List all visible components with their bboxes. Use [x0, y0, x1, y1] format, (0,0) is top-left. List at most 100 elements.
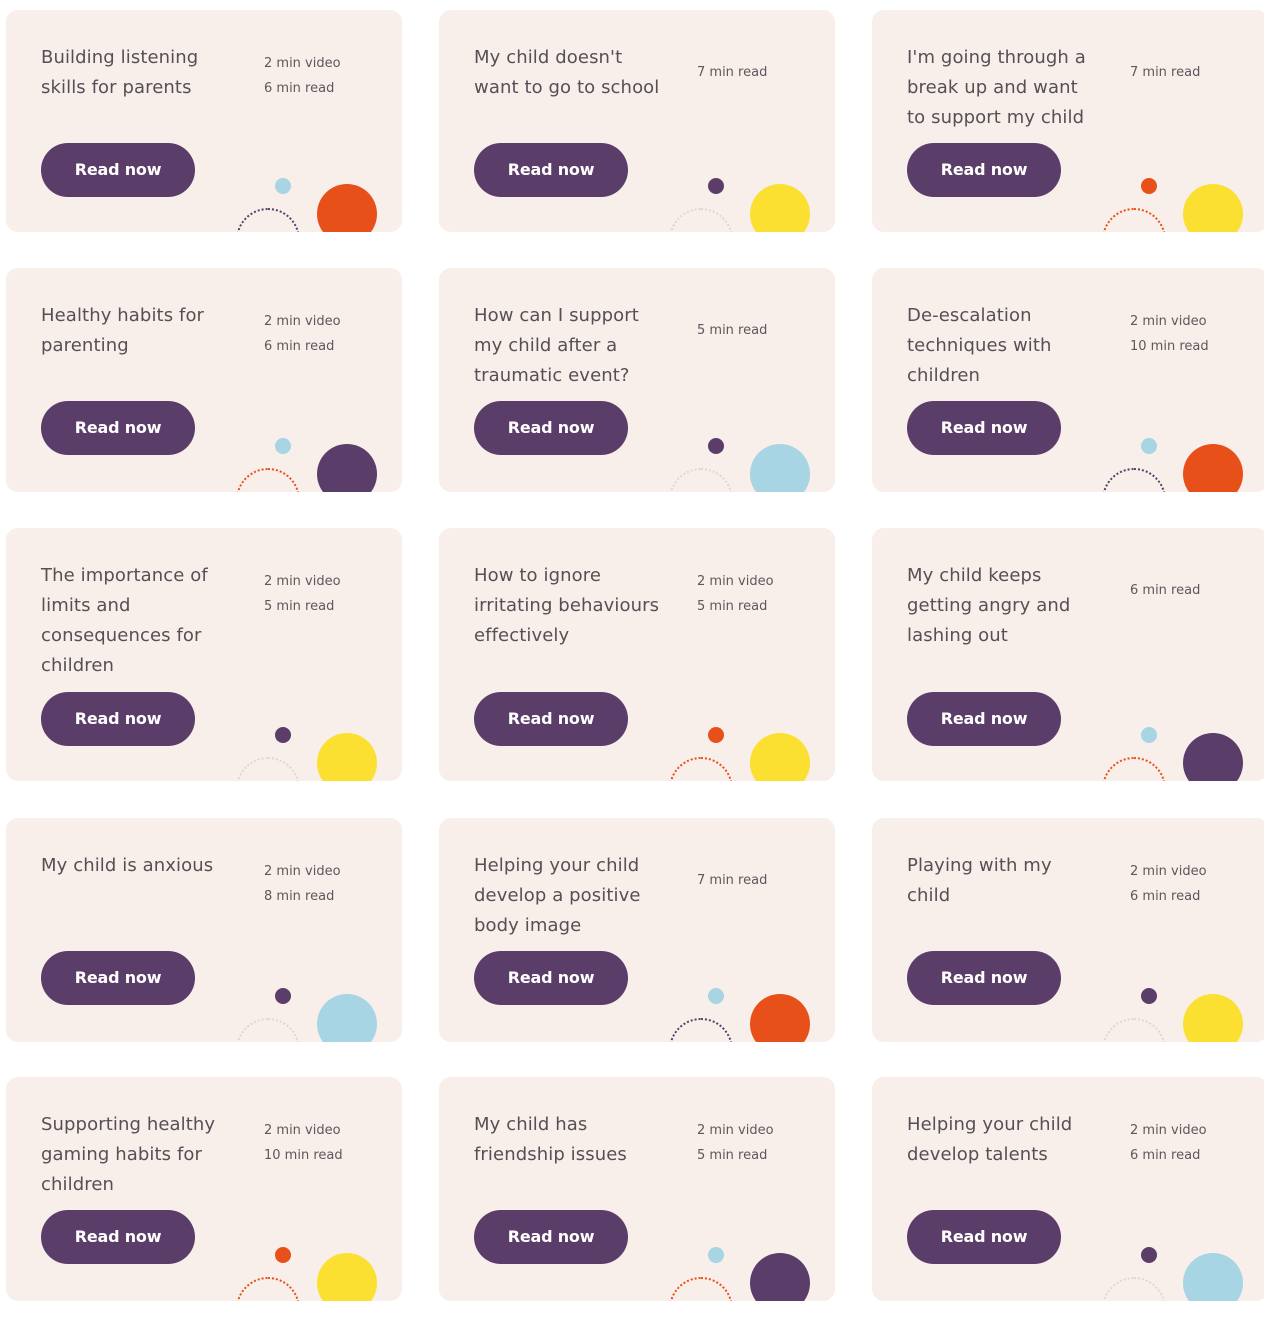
- card-duration: 6 min read: [1130, 1148, 1201, 1163]
- circle-decoration: [317, 184, 377, 232]
- circle-decoration: [1183, 994, 1243, 1042]
- circle-decoration: [1183, 444, 1243, 492]
- card-duration: 2 min video: [264, 1123, 341, 1138]
- read-now-button[interactable]: Read now: [474, 692, 628, 746]
- resource-card: Helping your child develop talents 2 min …: [872, 1077, 1264, 1301]
- card-duration: 7 min read: [697, 873, 768, 888]
- read-now-button[interactable]: Read now: [474, 1210, 628, 1264]
- read-now-button[interactable]: Read now: [474, 143, 628, 197]
- card-meta: 2 min video 6 min read: [1130, 1118, 1207, 1168]
- card-duration: 7 min read: [1130, 65, 1201, 80]
- read-now-button[interactable]: Read now: [474, 401, 628, 455]
- small-dot-decoration: [708, 727, 724, 743]
- dotted-arc-decoration: [1102, 468, 1166, 492]
- small-dot-decoration: [275, 178, 291, 194]
- circle-decoration: [317, 733, 377, 781]
- resource-card: Playing with my child 2 min video 6 min re…: [872, 818, 1264, 1042]
- dotted-arc-decoration: [669, 1277, 733, 1301]
- card-title: Building listening skills for parents: [41, 47, 199, 98]
- read-now-button[interactable]: Read now: [907, 401, 1061, 455]
- small-dot-decoration: [275, 1247, 291, 1263]
- resource-card: I'm going through a break up and want to…: [872, 10, 1264, 232]
- dotted-arc-decoration: [669, 208, 733, 232]
- card-duration: 6 min read: [264, 339, 335, 354]
- circle-decoration: [317, 444, 377, 492]
- card-title: My child has friendship issues: [474, 1114, 627, 1165]
- circle-decoration: [750, 1253, 810, 1301]
- card-duration: 2 min video: [697, 1123, 774, 1138]
- card-duration: 5 min read: [697, 323, 768, 338]
- card-duration: 2 min video: [264, 864, 341, 879]
- read-now-button[interactable]: Read now: [907, 1210, 1061, 1264]
- read-now-button[interactable]: Read now: [907, 692, 1061, 746]
- read-now-button[interactable]: Read now: [41, 1210, 195, 1264]
- dotted-arc-decoration: [236, 1277, 300, 1301]
- small-dot-decoration: [1141, 1247, 1157, 1263]
- card-title: My child keeps getting angry and lashing…: [907, 565, 1071, 646]
- dotted-arc-decoration: [669, 757, 733, 781]
- dotted-arc-decoration: [669, 1018, 733, 1042]
- card-duration: 6 min read: [264, 81, 335, 96]
- circle-decoration: [1183, 733, 1243, 781]
- card-duration: 2 min video: [697, 574, 774, 589]
- card-title: How can I support my child after a traum…: [474, 305, 639, 386]
- card-duration: 2 min video: [1130, 1123, 1207, 1138]
- circle-decoration: [750, 444, 810, 492]
- card-meta: 2 min video 5 min read: [697, 569, 774, 619]
- circle-decoration: [317, 1253, 377, 1301]
- read-now-button[interactable]: Read now: [907, 143, 1061, 197]
- card-title: Healthy habits for parenting: [41, 305, 205, 356]
- dotted-arc-decoration: [1102, 1277, 1166, 1301]
- card-meta: 2 min video 6 min read: [1130, 859, 1207, 909]
- card-title: How to ignore irritating behaviours effe…: [474, 565, 660, 646]
- resource-card: De-escalation techniques with children 2 …: [872, 268, 1264, 492]
- card-duration: 10 min read: [1130, 339, 1209, 354]
- card-title: My child doesn't want to go to school: [474, 47, 660, 98]
- card-meta: 2 min video 10 min read: [1130, 309, 1209, 359]
- circle-decoration: [750, 733, 810, 781]
- circle-decoration: [750, 184, 810, 232]
- resource-card: Building listening skills for parents 2 m…: [6, 10, 402, 232]
- read-now-button[interactable]: Read now: [41, 692, 195, 746]
- resource-card: How to ignore irritating behaviours effe…: [439, 528, 835, 781]
- read-now-button[interactable]: Read now: [907, 951, 1061, 1005]
- dotted-arc-decoration: [236, 1018, 300, 1042]
- card-meta: 2 min video 5 min read: [264, 569, 341, 619]
- card-meta: 7 min read: [697, 868, 767, 893]
- dotted-arc-decoration: [236, 468, 300, 492]
- dotted-arc-decoration: [236, 208, 300, 232]
- resource-card: The importance of limits and consequence…: [6, 528, 402, 781]
- card-title: Supporting healthy gaming habits for chi…: [41, 1114, 216, 1195]
- card-title: De-escalation techniques with children: [907, 305, 1052, 386]
- card-meta: 7 min read: [697, 60, 767, 85]
- card-title: Helping your child develop talents: [907, 1114, 1073, 1165]
- small-dot-decoration: [1141, 178, 1157, 194]
- read-now-button[interactable]: Read now: [41, 143, 195, 197]
- small-dot-decoration: [1141, 727, 1157, 743]
- small-dot-decoration: [275, 438, 291, 454]
- read-now-button[interactable]: Read now: [41, 401, 195, 455]
- card-meta: 2 min video 5 min read: [697, 1118, 774, 1168]
- read-now-button[interactable]: Read now: [41, 951, 195, 1005]
- small-dot-decoration: [275, 727, 291, 743]
- circle-decoration: [1183, 1253, 1243, 1301]
- small-dot-decoration: [708, 438, 724, 454]
- circle-decoration: [317, 994, 377, 1042]
- card-title: I'm going through a break up and want to…: [907, 47, 1086, 128]
- card-title: My child is anxious: [41, 855, 214, 876]
- card-meta: 2 min video 10 min read: [264, 1118, 343, 1168]
- small-dot-decoration: [1141, 438, 1157, 454]
- small-dot-decoration: [275, 988, 291, 1004]
- read-now-button[interactable]: Read now: [474, 951, 628, 1005]
- small-dot-decoration: [708, 178, 724, 194]
- card-duration: 8 min read: [264, 889, 335, 904]
- circle-decoration: [750, 994, 810, 1042]
- card-duration: 2 min video: [1130, 864, 1207, 879]
- circle-decoration: [1183, 184, 1243, 232]
- small-dot-decoration: [1141, 988, 1157, 1004]
- card-meta: 2 min video 6 min read: [264, 309, 341, 359]
- dotted-arc-decoration: [236, 757, 300, 781]
- card-meta: 5 min read: [697, 318, 767, 343]
- card-duration: 7 min read: [697, 65, 768, 80]
- resource-card: My child doesn't want to go to school 7 m…: [439, 10, 835, 232]
